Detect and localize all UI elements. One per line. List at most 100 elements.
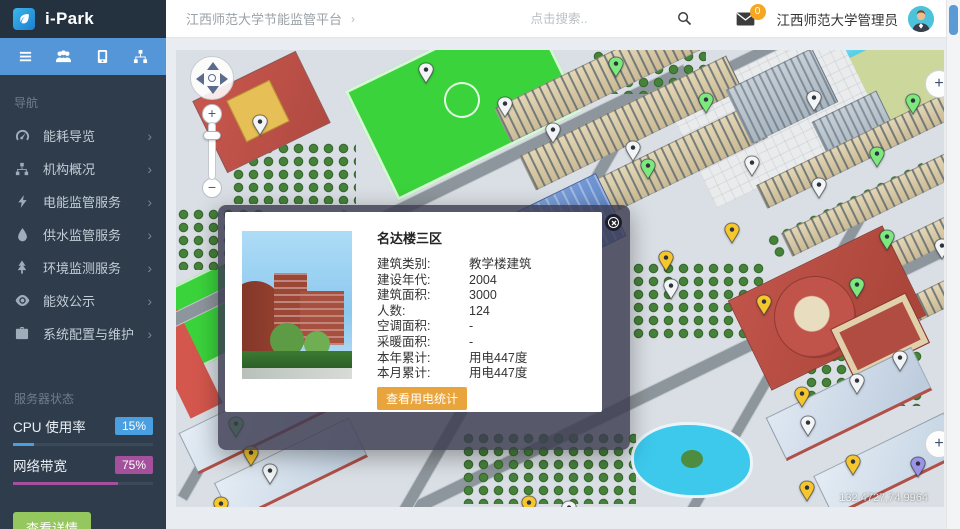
sitemap-icon [14, 162, 30, 176]
field-label: 建筑面积: [377, 288, 469, 304]
map-marker-purple[interactable] [910, 456, 926, 478]
map-marker-white[interactable] [252, 114, 268, 136]
map-marker-white[interactable] [418, 62, 434, 84]
bandwidth-bar [13, 482, 153, 485]
sidebar-item-water-service[interactable]: 供水监管服务 › [0, 218, 166, 251]
map-marker-yellow[interactable] [724, 222, 740, 244]
map-marker-white[interactable] [744, 155, 760, 177]
breadcrumb[interactable]: 江西师范大学节能监管平台 [186, 9, 342, 28]
zoom-slider-handle[interactable] [203, 131, 221, 140]
map-marker-white[interactable] [849, 373, 865, 395]
map-marker-green[interactable] [608, 56, 624, 78]
map-marker-white[interactable] [561, 500, 577, 507]
map-marker-white[interactable] [625, 140, 641, 162]
user-avatar[interactable] [908, 6, 934, 32]
map-marker-white[interactable] [934, 238, 944, 260]
current-user-name[interactable]: 江西师范大学管理员 [777, 9, 899, 29]
cpu-usage-bar [13, 443, 153, 446]
sidebar-item-electric-service[interactable]: 电能监管服务 › [0, 185, 166, 218]
map-marker-white[interactable] [545, 122, 561, 144]
map-marker-yellow[interactable] [799, 480, 815, 502]
field-label: 建设年代: [377, 273, 469, 289]
zoom-in-button[interactable]: + [202, 104, 222, 124]
chevron-right-icon: › [147, 128, 152, 144]
info-row: 空调面积:- [377, 319, 594, 335]
info-row: 采暖面积:- [377, 335, 594, 351]
leaf-logo-icon [13, 8, 35, 30]
sidebar-item-system-config[interactable]: 系统配置与维护 › [0, 317, 166, 350]
zoom-out-button[interactable]: − [202, 178, 222, 198]
pan-down-icon[interactable] [207, 86, 219, 94]
device-icon[interactable] [85, 49, 119, 64]
gauge-icon [14, 128, 30, 143]
map-marker-yellow[interactable] [658, 250, 674, 272]
sidebar-item-label: 电能监管服务 [43, 192, 121, 211]
close-icon-ring [608, 217, 619, 228]
sidebar-item-energy-publicity[interactable]: 能效公示 › [0, 284, 166, 317]
map-marker-green[interactable] [698, 92, 714, 114]
map-pan-control[interactable] [190, 56, 234, 100]
map-coordinates-readout: 132.4727,74.9964 [839, 492, 928, 504]
map-marker-green[interactable] [879, 229, 895, 251]
info-row: 建设年代:2004 [377, 273, 594, 289]
field-value: 124 [469, 304, 490, 320]
cpu-usage-label: CPU 使用率 [13, 416, 86, 436]
map-marker-green[interactable] [905, 93, 921, 115]
search-input[interactable] [531, 12, 641, 26]
search-icon[interactable] [677, 11, 692, 26]
server-status-label: 服务器状态 [14, 390, 166, 407]
sidebar-item-label: 系统配置与维护 [43, 324, 134, 343]
building-photo [242, 231, 352, 379]
eye-icon [14, 295, 30, 306]
sidebar: i-Park 导航 能耗导览 › 机 [0, 0, 166, 529]
close-icon[interactable] [605, 214, 622, 231]
photo-hedge [242, 351, 352, 369]
menu-icon[interactable] [8, 49, 42, 64]
chevron-right-icon: › [147, 161, 152, 177]
map-marker-white[interactable] [663, 278, 679, 300]
pan-up-icon[interactable] [207, 62, 219, 70]
info-row: 本年累计:用电447度 [377, 351, 594, 367]
page-scrollbar[interactable] [946, 0, 960, 529]
sidebar-item-environment-service[interactable]: 环境监测服务 › [0, 251, 166, 284]
map-marker-yellow[interactable] [756, 294, 772, 316]
map-marker-green[interactable] [640, 158, 656, 180]
notifications-button[interactable]: 0 [736, 12, 755, 26]
pan-left-icon[interactable] [196, 73, 204, 85]
sitemap-icon[interactable] [124, 49, 158, 64]
pan-right-icon[interactable] [220, 73, 228, 85]
bandwidth-label: 网络带宽 [13, 455, 67, 475]
view-details-button[interactable]: 查看详情 [13, 512, 91, 529]
breadcrumb-chevron-icon: › [351, 12, 355, 26]
map-marker-white[interactable] [262, 463, 278, 485]
map-marker-white[interactable] [811, 177, 827, 199]
map-marker-yellow[interactable] [794, 386, 810, 408]
map-marker-white[interactable] [800, 415, 816, 437]
field-value: 用电447度 [469, 366, 527, 382]
map-marker-white[interactable] [806, 90, 822, 112]
map-marker-white[interactable] [892, 350, 908, 372]
pan-center-icon[interactable] [208, 74, 216, 82]
field-value: 用电447度 [469, 351, 527, 367]
sidebar-item-energy-overview[interactable]: 能耗导览 › [0, 119, 166, 152]
main-content: + − + + 132.4727,74.9964 [166, 38, 946, 529]
sidebar-icon-toolbar [0, 38, 166, 75]
map-marker-yellow[interactable] [845, 454, 861, 476]
briefcase-icon [14, 327, 30, 340]
map-marker-green[interactable] [849, 277, 865, 299]
cpu-usage-badge: 15% [115, 417, 153, 435]
scrollbar-thumb[interactable] [949, 5, 958, 35]
tree-icon [14, 260, 30, 275]
users-icon[interactable] [47, 49, 81, 64]
sidebar-item-org-overview[interactable]: 机构概况 › [0, 152, 166, 185]
map-marker-yellow[interactable] [521, 495, 537, 507]
map-marker-yellow[interactable] [213, 496, 229, 507]
map-marker-green[interactable] [869, 146, 885, 168]
map-marker-white[interactable] [497, 96, 513, 118]
field-label: 人数: [377, 304, 469, 320]
chevron-right-icon: › [147, 194, 152, 210]
view-electricity-stats-button[interactable]: 查看用电统计 [377, 387, 467, 410]
bandwidth-bar-fill [13, 482, 118, 485]
zoom-slider-track[interactable] [208, 122, 216, 180]
sidebar-item-label: 供水监管服务 [43, 225, 121, 244]
